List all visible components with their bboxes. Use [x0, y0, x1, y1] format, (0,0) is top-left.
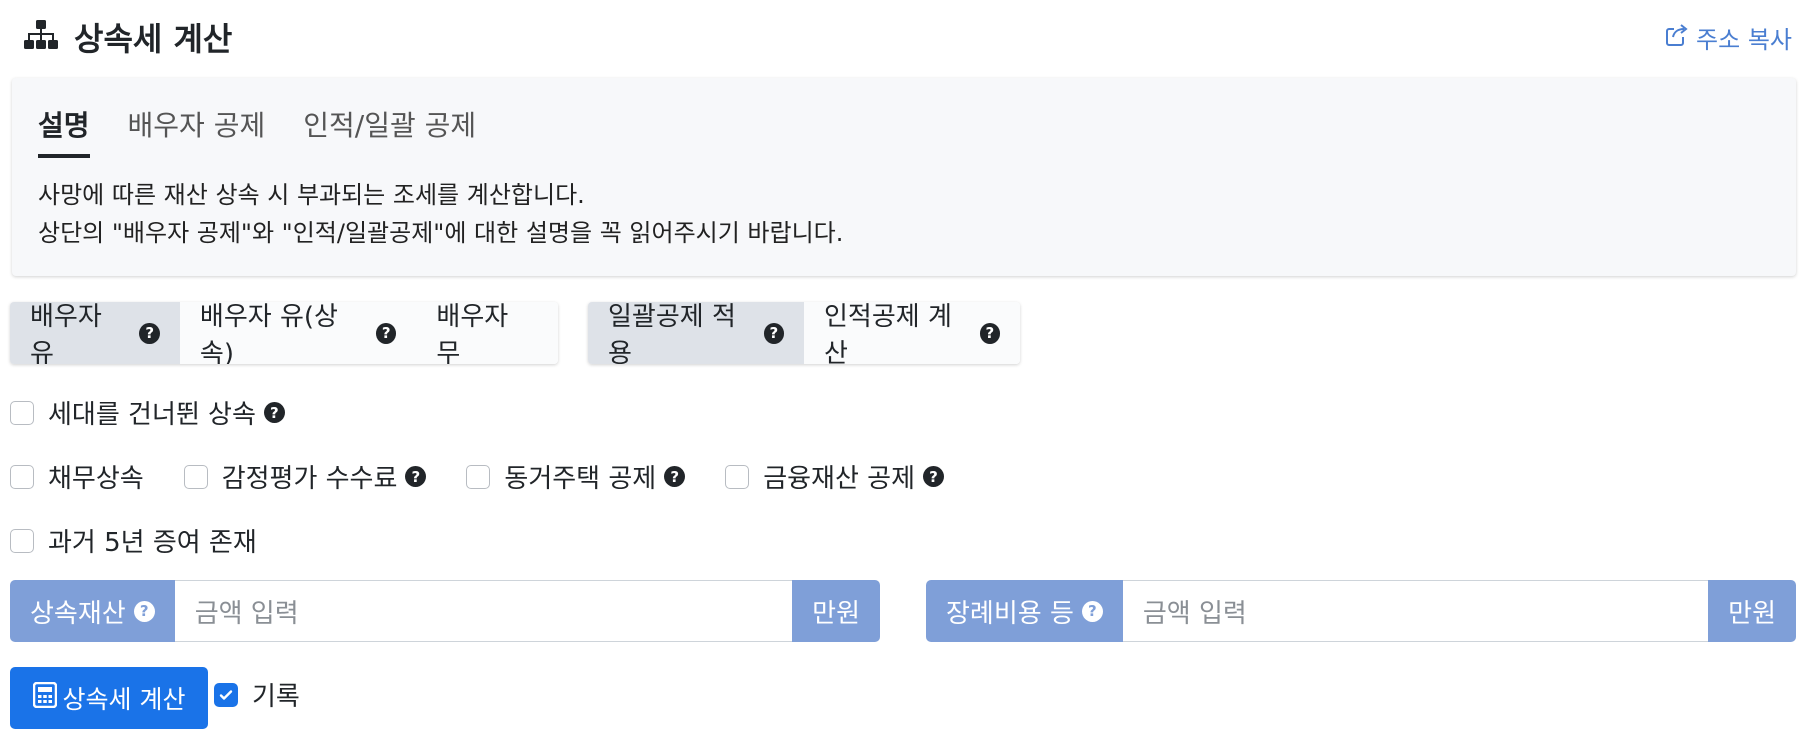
- question-circle-icon[interactable]: ?: [763, 322, 784, 344]
- description-line-2: 상단의 "배우자 공제"와 "인적/일괄공제"에 대한 설명을 꼭 읽어주시기 …: [38, 219, 844, 247]
- checkbox-row-3: 과거 5년 증여 존재: [10, 522, 297, 559]
- record-checkbox[interactable]: [214, 682, 238, 707]
- record-option[interactable]: 기록: [214, 676, 300, 713]
- description-text: 사망에 따른 재산 상속 시 부과되는 조세를 계산합니다. 상단의 "배우자 …: [38, 176, 843, 252]
- financial-asset-option[interactable]: 금융재산 공제 ?: [725, 458, 944, 495]
- generation-skip-checkbox[interactable]: [10, 400, 34, 425]
- calculate-tax-label: 상속세 계산: [62, 685, 186, 714]
- question-circle-icon[interactable]: ?: [139, 322, 160, 344]
- funeral-cost-input[interactable]: 금액 입력: [1122, 580, 1709, 642]
- appraisal-fee-label: 감정평가 수수료: [221, 464, 398, 494]
- tab-spouse-deduction[interactable]: 배우자 공제: [128, 104, 266, 158]
- past-gift-label: 과거 5년 증여 존재: [48, 528, 257, 558]
- spouse-yes-label: 배우자 유: [30, 302, 102, 364]
- page-title: 상속세 계산: [74, 20, 233, 58]
- spouse-option-group: 배우자 유 ? 배우자 유(상속) ? 배우자 무: [10, 302, 558, 364]
- spouse-yes-inherit-button[interactable]: 배우자 유(상속) ?: [179, 302, 417, 364]
- funeral-cost-input-group: 장례비용 등 ? 금액 입력 만원: [926, 580, 1796, 642]
- question-circle-icon[interactable]: ?: [923, 466, 944, 487]
- tab-bar: 설명 배우자 공제 인적/일괄 공제: [38, 104, 514, 158]
- inheritance-asset-input-group: 상속재산 ? 금액 입력 만원: [10, 580, 880, 642]
- question-circle-icon[interactable]: ?: [133, 600, 155, 622]
- spouse-no-button[interactable]: 배우자 무: [416, 302, 558, 364]
- cohabiting-house-checkbox[interactable]: [466, 464, 491, 489]
- share-icon: [1664, 22, 1696, 54]
- spouse-no-label: 배우자 무: [436, 302, 509, 364]
- cohabiting-house-label: 동거주택 공제: [504, 464, 657, 494]
- appraisal-fee-checkbox[interactable]: [183, 464, 208, 489]
- inheritance-asset-label-text: 상속재산: [30, 598, 126, 629]
- page: 상속세 계산 주소 복사 설명 배우자 공제 인적/일괄 공제 사망에 따른 재…: [0, 0, 1816, 744]
- spouse-yes-button[interactable]: 배우자 유 ?: [10, 302, 180, 364]
- sitemap-icon: [24, 20, 58, 54]
- description-line-1: 사망에 따른 재산 상속 시 부과되는 조세를 계산합니다.: [38, 181, 585, 209]
- copy-url-link[interactable]: 주소 복사: [1664, 20, 1792, 55]
- question-circle-icon[interactable]: ?: [375, 322, 397, 344]
- calculate-tax-button[interactable]: 상속세 계산: [10, 667, 208, 729]
- question-circle-icon[interactable]: ?: [1081, 600, 1103, 622]
- debt-checkbox[interactable]: [10, 464, 34, 489]
- description-card: 설명 배우자 공제 인적/일괄 공제 사망에 따른 재산 상속 시 부과되는 조…: [12, 78, 1796, 276]
- inheritance-asset-unit: 만원: [792, 580, 880, 642]
- tab-description[interactable]: 설명: [38, 104, 90, 158]
- funeral-cost-label-text: 장례비용 등: [946, 598, 1074, 629]
- debt-label: 채무상속: [48, 464, 144, 494]
- cohabiting-house-option[interactable]: 동거주택 공제 ?: [466, 458, 686, 495]
- question-circle-icon[interactable]: ?: [263, 402, 285, 423]
- question-circle-icon[interactable]: ?: [405, 466, 427, 487]
- funeral-cost-unit: 만원: [1708, 580, 1796, 642]
- appraisal-fee-option[interactable]: 감정평가 수수료 ?: [183, 458, 427, 495]
- checkbox-row-2: 채무상속 감정평가 수수료 ? 동거주택 공제 ? 금융재산 공제 ?: [10, 458, 984, 495]
- check-icon: [219, 689, 233, 700]
- generation-skip-option[interactable]: 세대를 건너뛴 상속 ?: [10, 394, 285, 431]
- lump-sum-deduction-button[interactable]: 일괄공제 적용 ?: [588, 302, 804, 364]
- checkbox-row-1: 세대를 건너뛴 상속 ?: [10, 394, 325, 431]
- personal-deduction-button[interactable]: 인적공제 계산 ?: [804, 302, 1020, 364]
- generation-skip-label: 세대를 건너뛴 상속: [48, 400, 256, 430]
- spouse-yes-inherit-label: 배우자 유(상속): [199, 302, 338, 364]
- past-gift-option[interactable]: 과거 5년 증여 존재: [10, 522, 257, 559]
- question-circle-icon[interactable]: ?: [664, 466, 686, 487]
- lump-sum-deduction-label: 일괄공제 적용: [608, 302, 736, 364]
- funeral-cost-placeholder: 금액 입력: [1142, 598, 1247, 629]
- personal-deduction-label: 인적공제 계산: [824, 302, 952, 364]
- debt-option[interactable]: 채무상속: [10, 458, 144, 495]
- financial-asset-label: 금융재산 공제: [763, 464, 915, 494]
- inheritance-asset-placeholder: 금액 입력: [194, 598, 299, 629]
- calculator-icon: [32, 681, 63, 714]
- inheritance-asset-input[interactable]: 금액 입력: [174, 580, 793, 642]
- funeral-cost-label: 장례비용 등 ?: [926, 580, 1123, 642]
- record-label: 기록: [252, 682, 300, 712]
- deduction-option-group: 일괄공제 적용 ? 인적공제 계산 ?: [588, 302, 1020, 364]
- question-circle-icon[interactable]: ?: [979, 322, 1000, 344]
- past-gift-checkbox[interactable]: [10, 528, 34, 553]
- tab-personal-deduction[interactable]: 인적/일괄 공제: [303, 104, 476, 158]
- copy-url-label: 주소 복사: [1696, 26, 1792, 54]
- financial-asset-checkbox[interactable]: [725, 464, 750, 489]
- page-header: 상속세 계산: [24, 14, 232, 60]
- inheritance-asset-label: 상속재산 ?: [10, 580, 175, 642]
